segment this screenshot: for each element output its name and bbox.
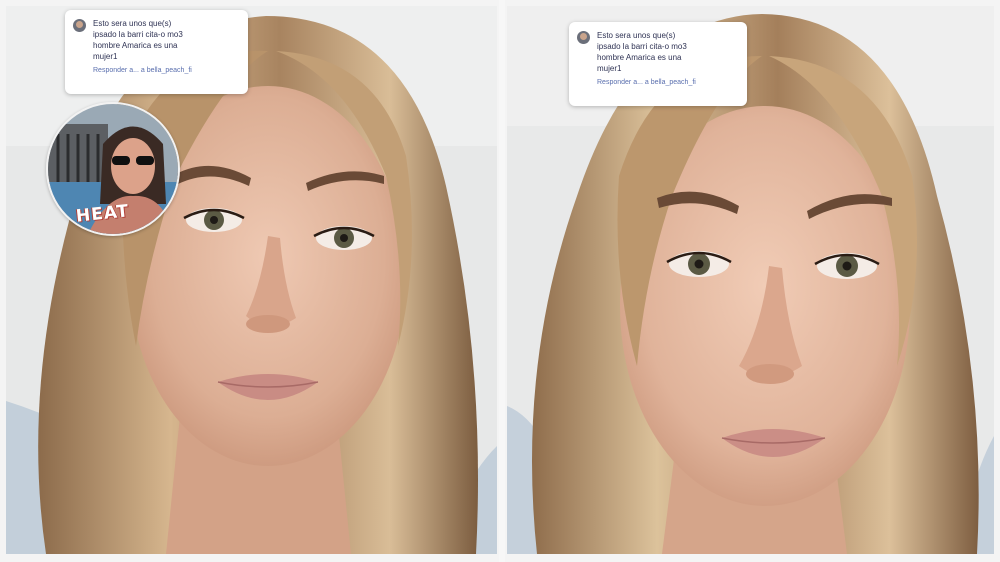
commenter-avatar <box>73 19 86 32</box>
comment-line: ipsado la barri cita-o mo3 <box>597 42 687 51</box>
comment-line: mujer1 <box>93 52 118 61</box>
left-photo-panel: Esto sera unos que(s) ipsado la barri ci… <box>6 6 497 554</box>
reply-attribution: Responder a... a bella_peach_fi <box>597 79 696 86</box>
comment-line: mujer1 <box>597 64 622 73</box>
comment-line: ipsado la barri cita-o mo3 <box>93 30 183 39</box>
comment-line: Esto sera unos que(s) <box>597 31 676 40</box>
reply-attribution: Responder a... a bella_peach_fi <box>93 67 192 74</box>
reaction-video-bubble[interactable]: HEAT <box>46 102 180 236</box>
panel-divider <box>499 0 505 562</box>
comment-line: hombre Amarica es una <box>597 53 682 62</box>
comment-line: Esto sera unos que(s) <box>93 19 172 28</box>
right-photo-panel: Esto sera unos que(s) ipsado la barri ci… <box>507 6 994 554</box>
comment-reply-card[interactable]: Esto sera unos que(s) ipsado la barri ci… <box>65 10 248 94</box>
comment-reply-card[interactable]: Esto sera unos que(s) ipsado la barri ci… <box>569 22 747 106</box>
commenter-avatar <box>577 31 590 44</box>
comment-line: hombre Amarica es una <box>93 41 178 50</box>
